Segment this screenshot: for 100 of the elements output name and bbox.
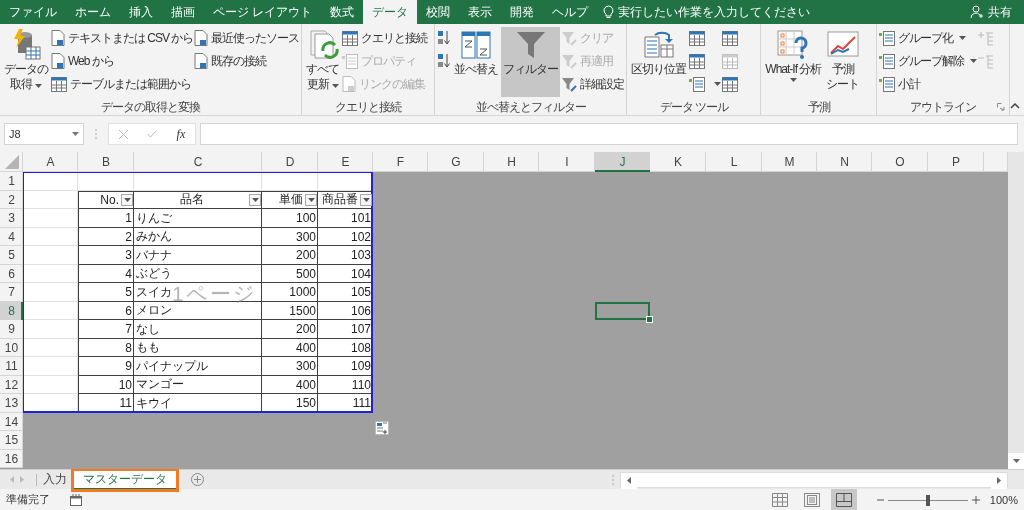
row-header[interactable]: 7 [0, 283, 23, 302]
column-header[interactable]: L [706, 152, 762, 172]
caret-icon [958, 36, 966, 40]
row-header[interactable]: 13 [0, 394, 23, 413]
document-icon [51, 30, 65, 46]
column-header[interactable]: A [23, 152, 78, 172]
table-cell: 107 [318, 320, 373, 339]
zoom-level[interactable]: 100% [983, 494, 1018, 506]
row-header[interactable]: 11 [0, 357, 23, 376]
funnel-icon [561, 53, 578, 69]
ribbon-tab[interactable]: ページ レイアウト [204, 0, 322, 24]
ribbon-tab[interactable]: データ [363, 0, 418, 24]
macro-record-icon[interactable] [70, 494, 82, 506]
ribbon-button[interactable]: テーブルまたは範囲から [51, 73, 194, 95]
active-cell[interactable] [595, 301, 650, 320]
sheet-tab[interactable]: マスターデータ [73, 469, 177, 490]
column-header[interactable]: K [650, 152, 706, 172]
table-cell: 3 [78, 246, 134, 265]
ribbon-button[interactable]: データの 取得 [2, 27, 50, 97]
collapse-ribbon-button[interactable] [1010, 103, 1021, 109]
filter-button[interactable] [305, 193, 317, 206]
ribbon-button[interactable]: 小計 [879, 73, 977, 95]
funnel-icon [514, 29, 547, 61]
select-all-corner[interactable] [0, 152, 23, 172]
column-header[interactable]: H [484, 152, 539, 172]
ribbon-tab[interactable]: 表示 [459, 0, 502, 24]
header-label: 単価 [278, 191, 303, 209]
column-header[interactable]: I [539, 152, 595, 172]
filter-button[interactable] [249, 193, 261, 206]
checkmark-icon[interactable] [147, 130, 158, 138]
ribbon-button[interactable]: 既存の接続 [194, 50, 300, 72]
column-header[interactable]: G [428, 152, 484, 172]
ribbon-button[interactable]: グループ解除 [879, 50, 977, 72]
caret-icon [362, 197, 370, 202]
row-header[interactable]: 9 [0, 320, 23, 339]
ribbon-button[interactable]: What-If 分析 [763, 27, 824, 97]
formula-input[interactable] [200, 123, 1018, 145]
column-header[interactable]: E [318, 152, 373, 172]
insert-function-button[interactable]: fx [176, 126, 186, 142]
page-icon [803, 493, 820, 507]
column-header[interactable]: P [928, 152, 984, 172]
column-header[interactable]: F [373, 152, 428, 172]
column-header[interactable]: C [134, 152, 262, 172]
row-header[interactable]: 15 [0, 431, 23, 450]
filter-button[interactable] [360, 193, 372, 206]
ribbon-button[interactable]: 最近使ったソース [194, 27, 300, 49]
table-cell: 1000 [262, 283, 318, 302]
name-box[interactable]: J8 [4, 123, 84, 145]
new-sheet-button[interactable] [191, 473, 204, 486]
row-header[interactable]: 3 [0, 209, 23, 228]
quick-analysis-icon[interactable] [375, 421, 389, 435]
column-header[interactable]: J [595, 152, 650, 172]
ribbon-button[interactable]: 並べ替え [452, 27, 501, 97]
ribbon-button[interactable]: グループ化 [879, 27, 977, 49]
dialog-launcher-icon[interactable] [997, 103, 1006, 111]
table-cell: 100 [262, 209, 318, 228]
vertical-scrollbar[interactable] [1008, 152, 1024, 469]
zoom-in-button[interactable] [971, 496, 980, 504]
tell-me-field[interactable]: 実行したい作業を入力してください [618, 5, 839, 19]
view-button[interactable] [830, 489, 857, 510]
column-header[interactable]: N [817, 152, 872, 172]
column-header[interactable]: B [78, 152, 134, 172]
share-button[interactable]: 共有 [964, 0, 1018, 24]
ribbon-button[interactable]: 区切り位置 [629, 27, 689, 97]
column-header[interactable]: O [872, 152, 928, 172]
horizontal-scrollbar[interactable] [620, 471, 1008, 488]
ribbon-tab[interactable]: 数式 [321, 0, 364, 24]
list-icon [342, 53, 359, 69]
column-header[interactable]: D [262, 152, 318, 172]
table-cell: 200 [262, 320, 318, 339]
ribbon-button[interactable]: Web から [51, 50, 194, 72]
zoom-slider-thumb[interactable] [925, 494, 930, 506]
ribbon-tab[interactable]: ヘルプ [543, 0, 598, 24]
caret-icon [251, 197, 259, 202]
filter-button[interactable] [121, 193, 133, 206]
ribbon-button[interactable]: すべて 更新 [304, 27, 342, 97]
row-header[interactable]: 5 [0, 246, 23, 265]
ribbon-button[interactable]: 詳細設定 [561, 73, 625, 95]
column-header[interactable]: M [762, 152, 817, 172]
ribbon-tab[interactable]: 描画 [162, 0, 204, 24]
ribbon-tab[interactable]: ファイル [0, 0, 66, 24]
ribbon-button[interactable]: 予測 シート [824, 27, 862, 97]
ribbon-button[interactable]: フィルター [501, 27, 561, 97]
group-label: データ ツール [659, 100, 728, 114]
page-number-label: 1ページ [172, 283, 257, 304]
cancel-icon[interactable] [118, 129, 128, 139]
ribbon-tab[interactable]: ホーム [66, 0, 120, 24]
ribbon-tab[interactable]: 校閲 [417, 0, 460, 24]
table-cell: 109 [318, 357, 373, 376]
plus-outline-icon [977, 30, 994, 46]
ribbon-tab[interactable]: 挿入 [120, 0, 162, 24]
grid-icon [771, 493, 788, 507]
table-icon [721, 76, 738, 92]
row-header[interactable]: 1 [0, 172, 23, 191]
ribbon-button[interactable]: クエリと接続 [342, 27, 428, 49]
minus-icon [876, 499, 884, 501]
ribbon-button[interactable]: テキストまたは CSV から [51, 27, 194, 49]
list-icon [879, 76, 896, 92]
sheet-tab[interactable]: 入力 [37, 469, 73, 490]
ribbon-tab[interactable]: 開発 [501, 0, 544, 24]
